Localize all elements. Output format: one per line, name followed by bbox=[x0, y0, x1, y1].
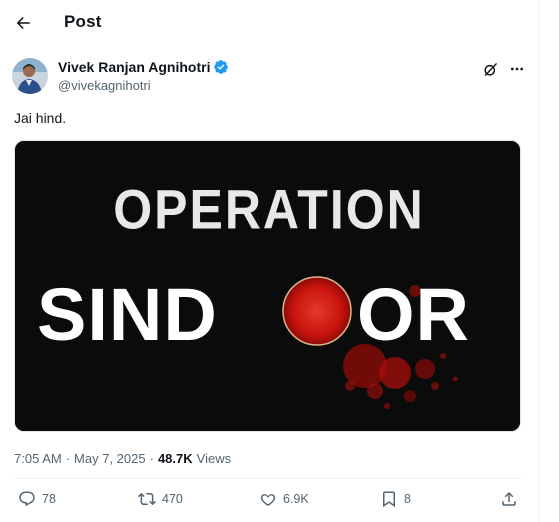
meta-separator: · bbox=[149, 451, 154, 466]
post-time[interactable]: 7:05 AM bbox=[14, 451, 62, 466]
timeline-border bbox=[538, 0, 539, 522]
sindoor-bowl bbox=[282, 276, 352, 346]
post-metadata: 7:05 AM · May 7, 2025 · 48.7K Views bbox=[14, 451, 231, 466]
bookmark-button[interactable]: 8 bbox=[380, 490, 411, 508]
grok-button[interactable] bbox=[480, 59, 500, 79]
back-button[interactable] bbox=[9, 9, 37, 37]
more-options-button[interactable] bbox=[506, 59, 528, 79]
top-bar: Post bbox=[0, 0, 538, 46]
like-count: 6.9K bbox=[283, 492, 309, 506]
image-title-line2-right: OR bbox=[357, 273, 470, 356]
reply-button[interactable]: 78 bbox=[18, 490, 56, 508]
reply-count: 78 bbox=[42, 492, 56, 506]
verified-badge-icon bbox=[214, 60, 229, 74]
grok-icon bbox=[483, 62, 497, 76]
share-icon bbox=[502, 491, 516, 506]
post-date[interactable]: May 7, 2025 bbox=[74, 451, 146, 466]
views-label: Views bbox=[196, 451, 232, 466]
meta-separator: · bbox=[65, 451, 71, 466]
post-text: Jai hind. bbox=[14, 110, 67, 126]
post-image[interactable]: OPERATION SIND OR bbox=[14, 140, 521, 432]
reply-icon bbox=[19, 491, 35, 507]
bookmark-count: 8 bbox=[404, 492, 411, 506]
avatar[interactable] bbox=[12, 58, 48, 94]
more-icon bbox=[511, 67, 523, 71]
post-author: Vivek Ranjan Agnihotri @vivekagnihotri bbox=[12, 56, 532, 96]
views-count: 48.7K bbox=[157, 451, 193, 466]
arrow-left-icon bbox=[16, 17, 30, 29]
repost-button[interactable]: 470 bbox=[138, 490, 183, 508]
share-button[interactable] bbox=[500, 490, 518, 508]
image-title-line2-left: SIND bbox=[37, 273, 218, 356]
repost-count: 470 bbox=[162, 492, 183, 506]
author-handle[interactable]: @vivekagnihotri bbox=[58, 78, 151, 93]
author-name[interactable]: Vivek Ranjan Agnihotri bbox=[58, 59, 210, 75]
like-button[interactable]: 6.9K bbox=[259, 490, 309, 508]
like-icon bbox=[260, 494, 276, 506]
post-actions: 78 470 6.9K 8 bbox=[14, 490, 524, 516]
image-title-line1: OPERATION bbox=[113, 179, 425, 241]
page-title: Post bbox=[64, 12, 102, 31]
bookmark-icon bbox=[383, 491, 395, 508]
repost-icon bbox=[138, 492, 156, 506]
author-name-line: Vivek Ranjan Agnihotri bbox=[58, 59, 229, 75]
divider bbox=[14, 478, 523, 479]
